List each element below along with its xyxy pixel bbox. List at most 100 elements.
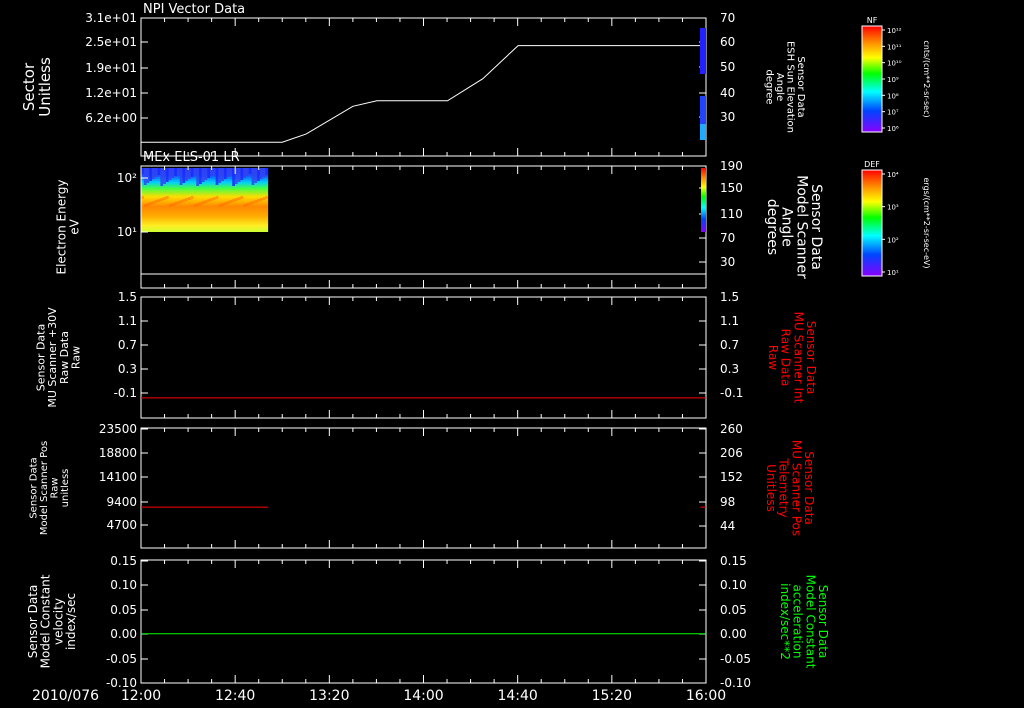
panel-frame [140, 427, 707, 549]
y-tick-label: 1.1 [118, 314, 137, 328]
y-right-tick-label: 40 [720, 86, 735, 100]
y-tick-label: 0.05 [110, 603, 137, 617]
y-tick-label: 14100 [99, 470, 137, 484]
colorbar-tick: 10⁷ [887, 109, 899, 117]
y-tick-label: 0.7 [118, 338, 137, 352]
panel-3: 1.5 1.1 0.7 0.3 -0.1 1.5 1.1 0.7 0.3 -0.1 Sensor D… [35, 290, 818, 419]
y-tick-label: 18800 [99, 446, 137, 460]
panel-1: NPI Vector Data 3.1e+01 2.5e+01 1.9e+01 1.2e… [20, 2, 806, 157]
y-right-tick-label: 98 [720, 495, 735, 509]
x-tick-label: 14:00 [403, 688, 443, 704]
y-tick-label: -0.05 [106, 652, 137, 666]
y-axis-label: Sensor DataMU Scanner +30VRaw DataRaw [35, 307, 83, 408]
y-right-axis-label: Sensor DataESH Sun ElevationAngledegree [763, 41, 806, 133]
y-right-tick-label: 1.1 [720, 314, 739, 328]
colorbar-tick: 10² [887, 236, 899, 244]
colorbar-tick: 10¹ [887, 269, 899, 277]
y-right-tick-label: 110 [720, 207, 743, 221]
colorbar-tick: 10³ [887, 204, 899, 212]
y-tick-label: 0.15 [110, 554, 137, 568]
y-axis-label: Sensor DataModel Constantvelocityindex/s… [26, 574, 78, 668]
colorbar-1: NF 10¹² 10¹¹ 10¹⁰ 10⁹ 10⁸ 10⁷ 10⁶ cnts/(cm**2-sr… [861, 16, 931, 133]
y-tick-label: 0.10 [110, 578, 137, 592]
y-tick-label: 3.1e+01 [85, 11, 137, 25]
panel-2: MEx ELS-01 LR 10² 10¹ 190 150 110 70 30 Electron… [55, 150, 824, 289]
y-tick-label: -0.1 [114, 386, 137, 400]
colorbar-title: DEF [864, 160, 880, 169]
y-right-tick-label: 60 [720, 35, 735, 49]
y-tick-label: 1.5 [118, 290, 137, 304]
colorbar-tick: 10¹² [887, 27, 902, 35]
y-right-axis-label: Sensor DataMU Scanner IntRaw DataRaw [766, 312, 818, 404]
plot-window: NPI Vector Data 3.1e+01 2.5e+01 1.9e+01 1.2e… [0, 0, 1024, 708]
y-tick-label: 9400 [106, 495, 137, 509]
y-right-tick-label: 0.3 [720, 362, 739, 376]
colorbar-2: DEF 10⁴ 10³ 10² 10¹ ergs/(cm**2-sr-sec-eV) [861, 160, 931, 277]
x-tick-label: 12:00 [121, 688, 161, 704]
multi-panel-figure: NPI Vector Data 3.1e+01 2.5e+01 1.9e+01 1.2e… [20, 2, 931, 704]
colorbar-tick: 10¹⁰ [887, 60, 902, 68]
y-right-axis-label: Sensor DataModel Constantaccelerationind… [778, 575, 830, 669]
y-right-tick-label: 1.5 [720, 290, 739, 304]
y-tick-label: 4700 [106, 518, 137, 532]
panel-frame [140, 559, 707, 684]
y-right-tick-label: 206 [720, 446, 743, 460]
y-tick-label: 10² [117, 171, 137, 185]
panel-5: 0.150.100.050.00-0.05-0.100.150.100.050.… [26, 554, 830, 690]
y-right-axis-label: Sensor DataModel ScannerAngledegrees [764, 175, 824, 279]
colorbar-tick: 10⁴ [887, 171, 899, 179]
colorbar-title: NF [867, 16, 878, 25]
y-tick-label: 6.2e+00 [85, 111, 137, 125]
panel-title: MEx ELS-01 LR [143, 150, 240, 165]
y-right-tick-label: 30 [720, 255, 735, 269]
y-right-tick-label: 70 [720, 231, 735, 245]
y-right-tick-label: -0.05 [720, 652, 751, 666]
colorbar-tick: 10⁹ [887, 76, 899, 84]
panel-frame [140, 296, 707, 419]
colorbar-tick: 10¹¹ [887, 43, 902, 51]
y-right-tick-label: -0.1 [720, 386, 743, 400]
colorbar-gradient [861, 169, 883, 277]
colorbar-unit: cnts/(cm**2-sr-sec) [922, 40, 931, 117]
spectrogram [141, 168, 269, 232]
y-right-tick-label: 30 [720, 110, 735, 124]
y-tick-label: 0.00 [110, 627, 137, 641]
panel-4: 23500 18800 14100 9400 4700 260 206 152 98 44 Sens… [28, 422, 816, 549]
y-tick-label: 0.3 [118, 362, 137, 376]
y-tick-label: 1.9e+01 [85, 61, 137, 75]
y-tick-label: 10¹ [117, 225, 137, 239]
time-axis: 2010/076 12:00 12:40 13:20 14:00 14:40 15:20 16… [32, 688, 726, 704]
x-tick-label: 14:40 [497, 688, 537, 704]
x-tick-label: 13:20 [309, 688, 349, 704]
x-tick-label: 12:40 [215, 688, 255, 704]
y-right-tick-label: 50 [720, 60, 735, 74]
panel-title: NPI Vector Data [143, 2, 245, 17]
y-right-tick-label: 150 [720, 181, 743, 195]
y-right-tick-label: 260 [720, 422, 743, 436]
y-right-tick-label: 44 [720, 519, 735, 533]
y-axis-label: SectorUnitless [20, 57, 54, 117]
panel-frame [140, 17, 707, 157]
y-right-tick-label: 152 [720, 470, 743, 484]
y-right-tick-label: 0.15 [720, 554, 747, 568]
y-tick-label: 23500 [99, 422, 137, 436]
y-axis-label: Sensor DataModel Scanner PosRawunitless [28, 441, 71, 535]
y-right-tick-label: 0.10 [720, 578, 747, 592]
colorbar-tick: 10⁶ [887, 125, 899, 133]
y-right-axis-label: Sensor DataMU Scanner PosTelemetryUnitle… [764, 440, 816, 536]
y-tick-label: 1.2e+01 [85, 86, 137, 100]
y-right-tick-label: 190 [720, 159, 743, 173]
y-right-tick-label: 0.00 [720, 627, 747, 641]
x-tick-label: 16:00 [686, 688, 726, 704]
colorbar-gradient [861, 25, 883, 133]
date-label: 2010/076 [32, 688, 99, 704]
y-right-tick-label: 70 [720, 11, 735, 25]
y-right-tick-label: 0.05 [720, 603, 747, 617]
colorbar-unit: ergs/(cm**2-sr-sec-eV) [922, 177, 931, 268]
series-line [141, 45, 706, 143]
x-tick-label: 15:20 [592, 688, 632, 704]
edge-data-strip [700, 28, 706, 140]
y-axis-label: Electron EnergyeV [55, 179, 82, 274]
y-right-tick-label: 0.7 [720, 338, 739, 352]
colorbar-tick: 10⁸ [887, 92, 899, 100]
